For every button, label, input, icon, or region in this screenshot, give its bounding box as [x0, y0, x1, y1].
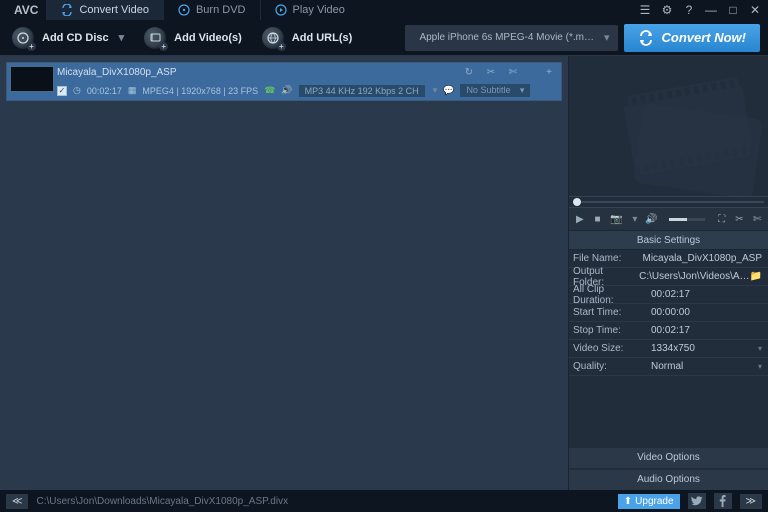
- chevron-down-icon[interactable]: ▾: [632, 214, 637, 225]
- add-urls-button[interactable]: + Add URL(s): [258, 25, 363, 51]
- button-label: Add Video(s): [174, 32, 242, 44]
- disc-add-icon: +: [12, 27, 34, 49]
- trim-icon[interactable]: ✄: [507, 67, 519, 78]
- cut-icon[interactable]: ✂: [485, 67, 497, 78]
- settings-table: File Name: Micayala_DivX1080p_ASP Output…: [569, 250, 768, 376]
- seek-bar[interactable]: [569, 196, 768, 208]
- chevron-down-icon[interactable]: ▾: [433, 85, 438, 96]
- audio-options-button[interactable]: Audio Options: [569, 470, 768, 490]
- add-videos-button[interactable]: + Add Video(s): [140, 25, 252, 51]
- facebook-icon[interactable]: [714, 493, 732, 509]
- stop-button[interactable]: ■: [593, 214, 603, 225]
- file-item[interactable]: Micayala_DivX1080p_ASP ↻ ✂ ✄ + ✓ ◷ 00:02…: [6, 62, 562, 101]
- video-add-icon: +: [144, 27, 166, 49]
- output-profile-text: Apple iPhone 6s MPEG-4 Movie (*.m…: [419, 32, 594, 43]
- convert-now-button[interactable]: Convert Now!: [624, 24, 761, 52]
- maximize-button[interactable]: □: [726, 3, 740, 17]
- list-icon[interactable]: ☰: [638, 3, 652, 17]
- phone-icon: ☎: [264, 85, 275, 96]
- snapshot-button[interactable]: 📷: [610, 214, 622, 225]
- video-options-button[interactable]: Video Options: [569, 448, 768, 468]
- fullscreen-icon[interactable]: ⛶: [717, 214, 727, 225]
- subtitle-select[interactable]: No Subtitle▾: [460, 84, 530, 97]
- media-controls: ▶ ■ 📷 ▾ 🔊 ⛶ ✂ ✄: [569, 208, 768, 230]
- tab-label: Play Video: [293, 4, 345, 16]
- chevron-down-icon: ▾: [119, 31, 125, 44]
- main-toolbar: + Add CD Disc ▾ + Add Video(s) + Add URL…: [0, 20, 768, 56]
- minimize-button[interactable]: —: [704, 3, 718, 17]
- globe-add-icon: +: [262, 27, 284, 49]
- chevron-down-icon: ▾: [604, 31, 610, 44]
- button-label: Convert Now!: [662, 30, 747, 45]
- output-profile-select[interactable]: Apple iPhone 6s MPEG-4 Movie (*.m… ▾: [405, 25, 617, 51]
- titlebar: AVC Convert Video Burn DVD Play Video ☰ …: [0, 0, 768, 20]
- setting-video-size: Video Size: 1334x750▾: [569, 340, 768, 358]
- play-icon: [275, 4, 287, 16]
- trim-icon[interactable]: ✄: [752, 214, 762, 225]
- tab-label: Burn DVD: [196, 4, 246, 16]
- setting-stop-time: Stop Time: 00:02:17: [569, 322, 768, 340]
- collapse-button[interactable]: ≪: [6, 494, 28, 509]
- statusbar: ≪ C:\Users\Jon\Downloads\Micayala_DivX10…: [0, 490, 768, 512]
- refresh-icon[interactable]: ↻: [463, 67, 475, 78]
- film-icon: ▦: [128, 85, 137, 96]
- volume-slider[interactable]: [669, 218, 705, 221]
- tab-label: Convert Video: [79, 4, 149, 16]
- refresh-icon: [638, 30, 654, 46]
- video-thumbnail[interactable]: [10, 66, 54, 92]
- tab-burn-dvd[interactable]: Burn DVD: [163, 0, 260, 20]
- add-icon[interactable]: +: [543, 67, 555, 78]
- close-button[interactable]: ✕: [748, 3, 762, 17]
- main-area: Micayala_DivX1080p_ASP ↻ ✂ ✄ + ✓ ◷ 00:02…: [0, 56, 768, 490]
- window-controls: ☰ ⚙ ? — □ ✕: [638, 3, 762, 17]
- filmstrip-decoration: [633, 103, 763, 196]
- speaker-icon: 🔊: [281, 85, 292, 96]
- tab-play-video[interactable]: Play Video: [260, 0, 359, 20]
- app-logo: AVC: [6, 3, 46, 17]
- audio-info[interactable]: MP3 44 KHz 192 Kbps 2 CH: [299, 85, 425, 97]
- upgrade-button[interactable]: ⬆Upgrade: [618, 494, 680, 509]
- stop-time-field[interactable]: 00:02:17: [647, 325, 768, 336]
- volume-icon[interactable]: 🔊: [645, 214, 657, 225]
- twitter-icon[interactable]: [688, 493, 706, 509]
- basic-settings-header: Basic Settings: [569, 230, 768, 250]
- clock-icon: ◷: [73, 85, 81, 96]
- video-size-select[interactable]: 1334x750▾: [647, 343, 768, 354]
- right-panel: ▶ ■ 📷 ▾ 🔊 ⛶ ✂ ✄ Basic Settings File Name…: [568, 56, 768, 490]
- play-button[interactable]: ▶: [575, 214, 585, 225]
- setting-clip-duration: All Clip Duration: 00:02:17: [569, 286, 768, 304]
- button-label: Add CD Disc: [42, 32, 109, 44]
- disc-icon: [178, 4, 190, 16]
- file-checkbox[interactable]: ✓: [57, 86, 67, 96]
- output-folder-field[interactable]: C:\Users\Jon\Videos\A…📁: [635, 271, 768, 282]
- expand-button[interactable]: ≫: [740, 494, 762, 509]
- setting-start-time: Start Time: 00:00:00: [569, 304, 768, 322]
- file-title: Micayala_DivX1080p_ASP: [57, 67, 177, 78]
- file-list-panel: Micayala_DivX1080p_ASP ↻ ✂ ✄ + ✓ ◷ 00:02…: [0, 56, 568, 490]
- quality-select[interactable]: Normal▾: [647, 361, 768, 372]
- duration: 00:02:17: [87, 86, 122, 96]
- folder-icon[interactable]: 📁: [750, 271, 762, 282]
- setting-quality: Quality: Normal▾: [569, 358, 768, 376]
- file-name-field[interactable]: Micayala_DivX1080p_ASP: [638, 253, 768, 264]
- seek-thumb[interactable]: [573, 198, 581, 206]
- add-cd-disc-button[interactable]: + Add CD Disc ▾: [8, 25, 134, 51]
- start-time-field[interactable]: 00:00:00: [647, 307, 768, 318]
- gear-icon[interactable]: ⚙: [660, 3, 674, 17]
- cut-icon[interactable]: ✂: [735, 214, 745, 225]
- status-file-path: C:\Users\Jon\Downloads\Micayala_DivX1080…: [36, 496, 609, 507]
- codec: MPEG4: [142, 86, 174, 96]
- tab-convert-video[interactable]: Convert Video: [46, 0, 163, 20]
- convert-icon: [61, 4, 73, 16]
- resolution: 1920x768: [181, 86, 221, 96]
- preview-area: [569, 56, 768, 196]
- subtitle-icon: 💬: [443, 85, 454, 96]
- help-icon[interactable]: ?: [682, 3, 696, 17]
- button-label: Add URL(s): [292, 32, 353, 44]
- fps: 23 FPS: [228, 86, 258, 96]
